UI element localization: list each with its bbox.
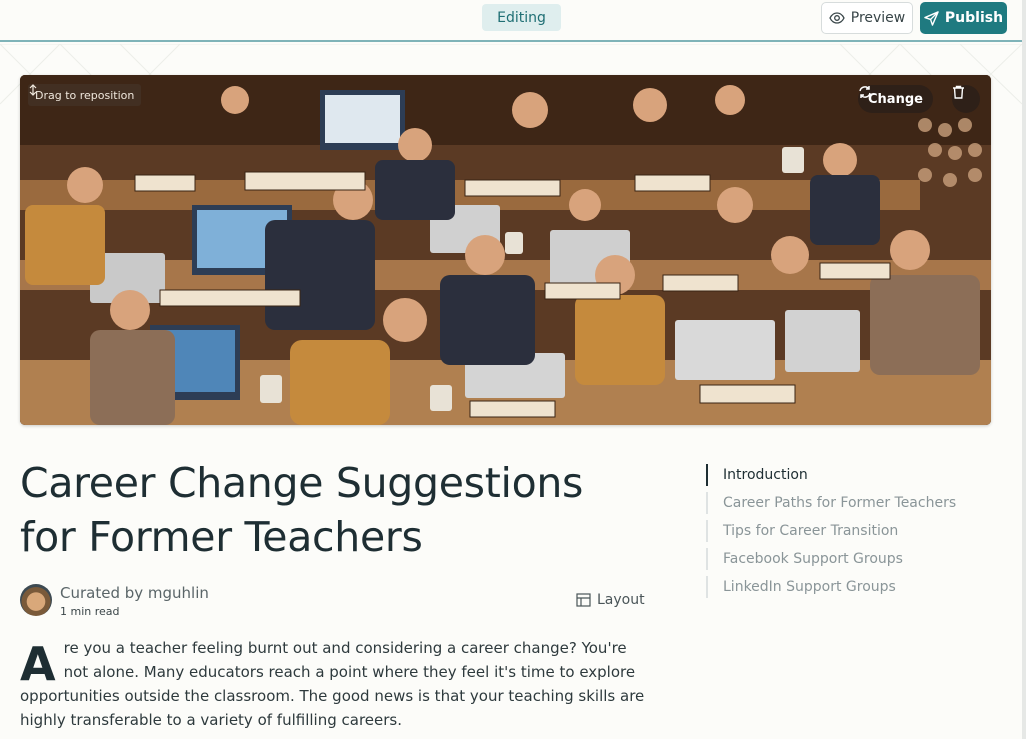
publish-button[interactable]: Publish (920, 2, 1007, 34)
send-icon (924, 10, 939, 26)
delete-cover-button[interactable] (952, 85, 980, 113)
title-line-1: Career Change Suggestions (20, 459, 584, 507)
author-name: Curated by mguhlin (60, 584, 209, 602)
eye-icon (829, 12, 845, 24)
drag-hint-label: Drag to reposition (35, 88, 135, 102)
cover-image[interactable]: Drag to reposition Change (20, 75, 991, 425)
author-row: Curated by mguhlin 1 min read Layout (20, 584, 660, 620)
trash-icon (953, 85, 964, 99)
top-toolbar: Editing Preview Publish (0, 0, 1026, 42)
layout-button[interactable]: Layout (576, 592, 645, 608)
intro-text: re you a teacher feeling burnt out and c… (20, 639, 645, 729)
editing-status-badge: Editing (482, 4, 561, 31)
drag-to-reposition-hint[interactable]: Drag to reposition (28, 84, 142, 106)
layout-label: Layout (597, 592, 645, 608)
toc-item-facebook-groups[interactable]: Facebook Support Groups (706, 548, 1006, 570)
layout-icon (576, 593, 591, 607)
read-time: 1 min read (60, 605, 120, 618)
avatar (20, 584, 52, 616)
toc-item-introduction[interactable]: Introduction (706, 464, 1006, 486)
toc-item-career-paths[interactable]: Career Paths for Former Teachers (706, 492, 1006, 514)
change-cover-button[interactable]: Change (858, 85, 933, 113)
change-cover-label: Change (868, 91, 923, 107)
table-of-contents: Introduction Career Paths for Former Tea… (706, 464, 1006, 604)
toc-item-linkedin-groups[interactable]: LinkedIn Support Groups (706, 576, 1006, 598)
scrollbar[interactable] (1022, 0, 1026, 739)
title-line-2: for Former Teachers (20, 513, 423, 561)
toc-item-tips[interactable]: Tips for Career Transition (706, 520, 1006, 542)
move-vertical-icon (29, 84, 37, 96)
cover-illustration (20, 75, 991, 425)
preview-label: Preview (850, 10, 906, 26)
intro-paragraph[interactable]: Are you a teacher feeling burnt out and … (20, 636, 650, 732)
article-title[interactable]: Career Change Suggestions for Former Tea… (20, 456, 680, 564)
publish-label: Publish (944, 10, 1004, 26)
preview-button[interactable]: Preview (821, 2, 913, 34)
drop-cap: A (20, 637, 56, 691)
refresh-icon (859, 86, 871, 98)
